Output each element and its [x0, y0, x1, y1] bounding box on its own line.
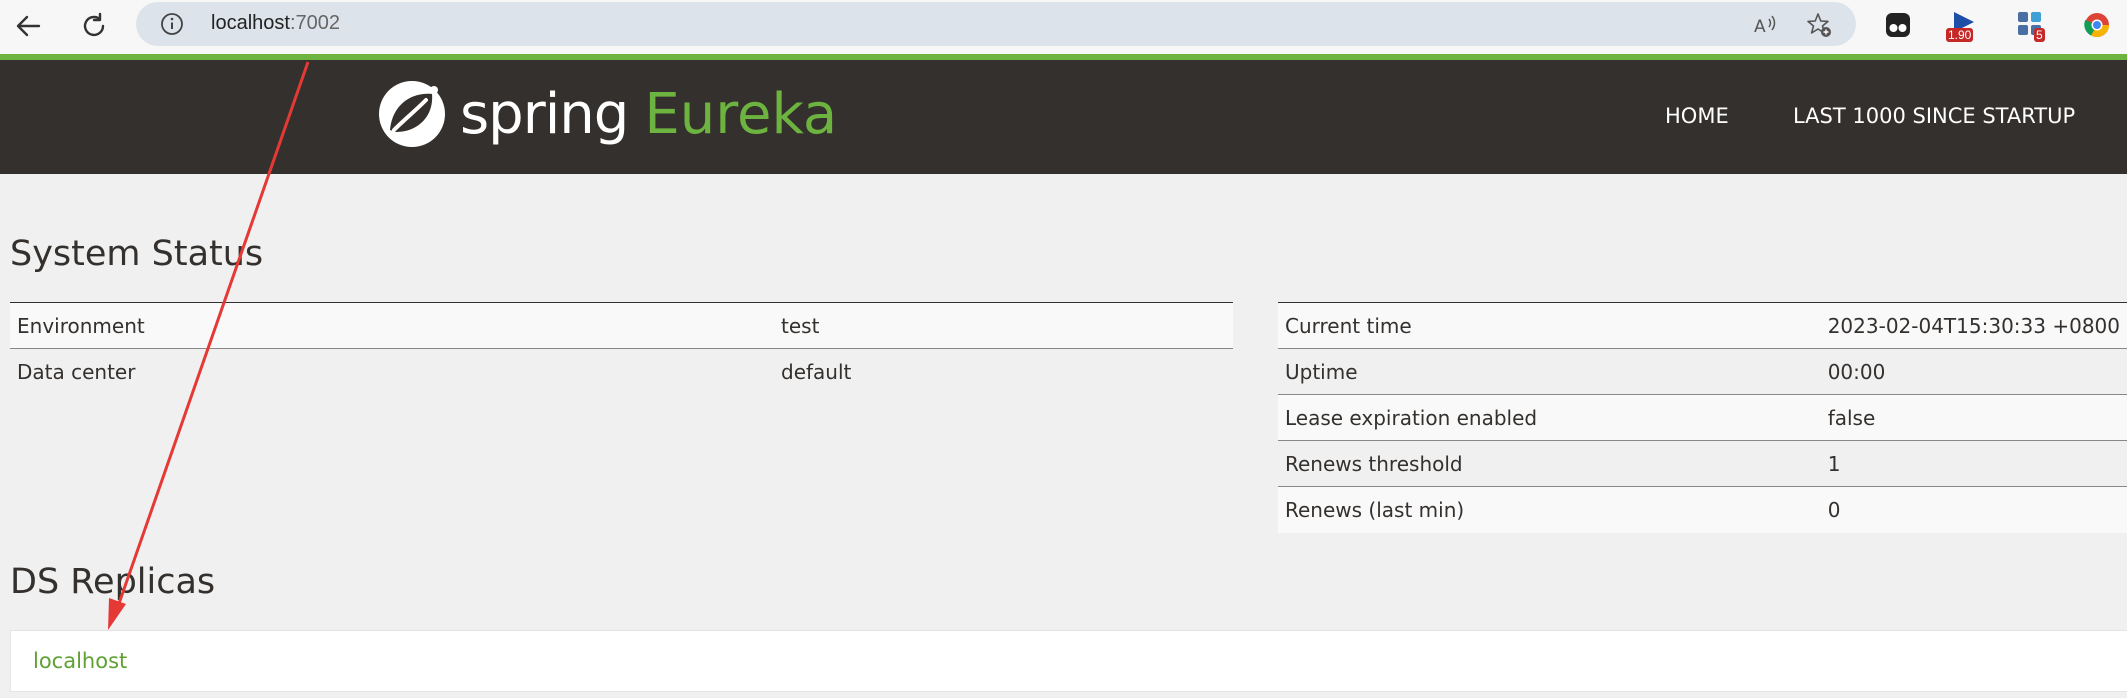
info-icon[interactable]	[160, 12, 184, 36]
back-button[interactable]	[8, 6, 48, 46]
system-status-title: System Status	[10, 234, 264, 274]
logo-spring-text: spring	[460, 81, 629, 147]
current-time-value: 2023-02-04T15:30:33 +0800	[1820, 302, 2127, 349]
svg-text:A: A	[1754, 17, 1766, 37]
current-time-label: Current time	[1278, 302, 1821, 349]
spring-eureka-logo[interactable]: spring Eureka	[376, 78, 837, 150]
table-row: Uptime 00:00	[1278, 348, 2127, 395]
nav-home-link[interactable]: HOME	[1665, 104, 1729, 128]
chrome-extension-icon[interactable]	[2082, 10, 2112, 40]
speed-extension-button[interactable]: 1.90	[1944, 6, 1980, 46]
table-row: Environment test	[10, 302, 1233, 349]
lease-expiration-label: Lease expiration enabled	[1278, 394, 1821, 441]
url-text[interactable]: localhost:7002	[211, 12, 340, 35]
read-aloud-icon[interactable]: A	[1752, 12, 1778, 38]
apps-badge: 5	[2034, 28, 2045, 42]
table-row: Lease expiration enabled false	[1278, 394, 2127, 441]
environment-value: test	[774, 302, 1233, 349]
environment-label: Environment	[10, 302, 774, 349]
favorite-star-icon[interactable]	[1806, 12, 1832, 38]
logo-eureka-text: Eureka	[644, 81, 838, 147]
uptime-label: Uptime	[1278, 348, 1821, 395]
nav-last-1000-link[interactable]: LAST 1000 SINCE STARTUP	[1793, 104, 2075, 128]
ds-replicas-list: localhost	[10, 630, 2127, 692]
ds-replicas-title: DS Replicas	[10, 562, 216, 602]
renews-last-min-label: Renews (last min)	[1278, 486, 1821, 533]
renews-threshold-value: 1	[1820, 440, 2127, 487]
table-row: Current time 2023-02-04T15:30:33 +0800	[1278, 302, 2127, 349]
table-row: Data center default	[10, 348, 1233, 395]
data-center-label: Data center	[10, 348, 774, 395]
spring-leaf-icon	[379, 81, 445, 147]
table-row: Renews threshold 1	[1278, 440, 2127, 487]
tampermonkey-icon[interactable]	[1883, 10, 1913, 40]
back-arrow-icon	[16, 15, 41, 37]
replica-link-localhost[interactable]: localhost	[33, 649, 127, 673]
url-port: :7002	[289, 12, 340, 34]
url-host: localhost	[211, 12, 290, 34]
address-bar[interactable]: localhost:7002 A	[136, 2, 1856, 46]
table-row: Renews (last min) 0	[1278, 486, 2127, 533]
apps-extension-button[interactable]: 5	[2016, 8, 2050, 46]
browser-toolbar: localhost:7002 A 1.90 5	[0, 0, 2127, 54]
environment-table: Environment test Data center default	[10, 302, 1233, 395]
renews-last-min-value: 0	[1820, 486, 2127, 533]
eureka-navbar: spring Eureka HOME LAST 1000 SINCE START…	[0, 60, 2127, 174]
reload-button[interactable]	[74, 6, 114, 46]
data-center-value: default	[774, 348, 1233, 395]
speed-badge: 1.90	[1946, 28, 1974, 42]
lease-expiration-value: false	[1820, 394, 2127, 441]
reload-icon	[83, 12, 105, 37]
uptime-value: 00:00	[1820, 348, 2127, 395]
renews-threshold-label: Renews threshold	[1278, 440, 1821, 487]
server-status-table: Current time 2023-02-04T15:30:33 +0800 U…	[1278, 302, 2127, 533]
